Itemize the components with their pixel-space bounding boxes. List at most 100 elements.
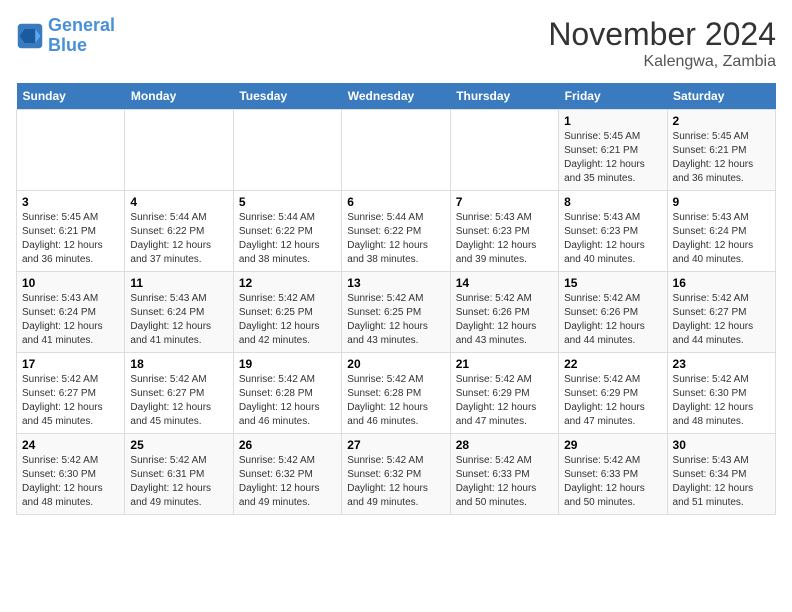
day-info: Sunrise: 5:42 AM Sunset: 6:28 PM Dayligh…	[239, 373, 336, 429]
calendar-cell: 27 Sunrise: 5:42 AM Sunset: 6:32 PM Dayli…	[342, 434, 450, 515]
calendar-cell: 28 Sunrise: 5:42 AM Sunset: 6:33 PM Dayli…	[450, 434, 558, 515]
calendar-cell: 25 Sunrise: 5:42 AM Sunset: 6:31 PM Dayli…	[125, 434, 233, 515]
day-number: 10	[22, 276, 119, 290]
calendar-cell: 29 Sunrise: 5:42 AM Sunset: 6:33 PM Dayli…	[559, 434, 667, 515]
day-number: 28	[456, 438, 553, 452]
header-cell-wednesday: Wednesday	[342, 83, 450, 110]
day-number: 3	[22, 195, 119, 209]
day-info: Sunrise: 5:43 AM Sunset: 6:34 PM Dayligh…	[673, 454, 770, 510]
calendar-cell: 7 Sunrise: 5:43 AM Sunset: 6:23 PM Daylig…	[450, 191, 558, 272]
calendar-cell: 21 Sunrise: 5:42 AM Sunset: 6:29 PM Dayli…	[450, 353, 558, 434]
day-info: Sunrise: 5:45 AM Sunset: 6:21 PM Dayligh…	[22, 211, 119, 267]
title-block: November 2024 Kalengwa, Zambia	[548, 16, 776, 71]
day-info: Sunrise: 5:43 AM Sunset: 6:24 PM Dayligh…	[673, 211, 770, 267]
week-row-4: 17 Sunrise: 5:42 AM Sunset: 6:27 PM Dayli…	[17, 353, 776, 434]
calendar-cell: 30 Sunrise: 5:43 AM Sunset: 6:34 PM Dayli…	[667, 434, 775, 515]
logo: General Blue	[16, 16, 115, 56]
day-info: Sunrise: 5:42 AM Sunset: 6:33 PM Dayligh…	[456, 454, 553, 510]
day-number: 22	[564, 357, 661, 371]
calendar-cell	[233, 110, 341, 191]
day-info: Sunrise: 5:42 AM Sunset: 6:30 PM Dayligh…	[22, 454, 119, 510]
calendar-cell: 6 Sunrise: 5:44 AM Sunset: 6:22 PM Daylig…	[342, 191, 450, 272]
calendar-cell: 15 Sunrise: 5:42 AM Sunset: 6:26 PM Dayli…	[559, 272, 667, 353]
calendar-cell: 14Sunrise: 5:42 AM Sunset: 6:26 PM Dayli…	[450, 272, 558, 353]
header-cell-tuesday: Tuesday	[233, 83, 341, 110]
day-number: 17	[22, 357, 119, 371]
day-number: 21	[456, 357, 553, 371]
day-info: Sunrise: 5:42 AM Sunset: 6:29 PM Dayligh…	[456, 373, 553, 429]
calendar-cell: 2 Sunrise: 5:45 AM Sunset: 6:21 PM Daylig…	[667, 110, 775, 191]
calendar-cell: 4 Sunrise: 5:44 AM Sunset: 6:22 PM Daylig…	[125, 191, 233, 272]
calendar-cell: 1 Sunrise: 5:45 AM Sunset: 6:21 PM Daylig…	[559, 110, 667, 191]
day-number: 23	[673, 357, 770, 371]
week-row-3: 10 Sunrise: 5:43 AM Sunset: 6:24 PM Dayli…	[17, 272, 776, 353]
header-cell-friday: Friday	[559, 83, 667, 110]
day-number: 18	[130, 357, 227, 371]
day-info: Sunrise: 5:43 AM Sunset: 6:24 PM Dayligh…	[130, 292, 227, 348]
day-number: 27	[347, 438, 444, 452]
calendar-cell	[342, 110, 450, 191]
day-number: 19	[239, 357, 336, 371]
day-info: Sunrise: 5:42 AM Sunset: 6:27 PM Dayligh…	[130, 373, 227, 429]
calendar-cell: 5 Sunrise: 5:44 AM Sunset: 6:22 PM Daylig…	[233, 191, 341, 272]
day-info: Sunrise: 5:42 AM Sunset: 6:25 PM Dayligh…	[347, 292, 444, 348]
day-info: Sunrise: 5:44 AM Sunset: 6:22 PM Dayligh…	[347, 211, 444, 267]
calendar-body: 1 Sunrise: 5:45 AM Sunset: 6:21 PM Daylig…	[17, 110, 776, 515]
day-info: Sunrise: 5:45 AM Sunset: 6:21 PM Dayligh…	[673, 130, 770, 186]
calendar-cell: 3 Sunrise: 5:45 AM Sunset: 6:21 PM Daylig…	[17, 191, 125, 272]
day-info: Sunrise: 5:43 AM Sunset: 6:24 PM Dayligh…	[22, 292, 119, 348]
day-info: Sunrise: 5:42 AM Sunset: 6:32 PM Dayligh…	[347, 454, 444, 510]
day-info: Sunrise: 5:42 AM Sunset: 6:27 PM Dayligh…	[673, 292, 770, 348]
day-number: 4	[130, 195, 227, 209]
calendar-cell: 16 Sunrise: 5:42 AM Sunset: 6:27 PM Dayli…	[667, 272, 775, 353]
day-number: 16	[673, 276, 770, 290]
day-number: 30	[673, 438, 770, 452]
day-info: Sunrise: 5:42 AM Sunset: 6:28 PM Dayligh…	[347, 373, 444, 429]
calendar-cell: 22Sunrise: 5:42 AM Sunset: 6:29 PM Dayli…	[559, 353, 667, 434]
day-info: Sunrise: 5:45 AM Sunset: 6:21 PM Dayligh…	[564, 130, 661, 186]
day-number: 15	[564, 276, 661, 290]
day-number: 6	[347, 195, 444, 209]
calendar-subtitle: Kalengwa, Zambia	[548, 53, 776, 71]
logo-line1: General	[48, 15, 115, 35]
calendar-cell: 13 Sunrise: 5:42 AM Sunset: 6:25 PM Dayli…	[342, 272, 450, 353]
calendar-title: November 2024	[548, 16, 776, 53]
week-row-5: 24 Sunrise: 5:42 AM Sunset: 6:30 PM Dayli…	[17, 434, 776, 515]
week-row-2: 3 Sunrise: 5:45 AM Sunset: 6:21 PM Daylig…	[17, 191, 776, 272]
day-number: 25	[130, 438, 227, 452]
day-number: 26	[239, 438, 336, 452]
calendar-table: SundayMondayTuesdayWednesdayThursdayFrid…	[16, 83, 776, 515]
header-cell-thursday: Thursday	[450, 83, 558, 110]
day-info: Sunrise: 5:42 AM Sunset: 6:26 PM Dayligh…	[564, 292, 661, 348]
day-info: Sunrise: 5:43 AM Sunset: 6:23 PM Dayligh…	[564, 211, 661, 267]
day-info: Sunrise: 5:43 AM Sunset: 6:23 PM Dayligh…	[456, 211, 553, 267]
day-info: Sunrise: 5:42 AM Sunset: 6:26 PM Dayligh…	[456, 292, 553, 348]
day-number: 1	[564, 114, 661, 128]
day-info: Sunrise: 5:44 AM Sunset: 6:22 PM Dayligh…	[239, 211, 336, 267]
week-row-1: 1 Sunrise: 5:45 AM Sunset: 6:21 PM Daylig…	[17, 110, 776, 191]
day-number: 5	[239, 195, 336, 209]
calendar-cell: 12Sunrise: 5:42 AM Sunset: 6:25 PM Dayli…	[233, 272, 341, 353]
day-number: 13	[347, 276, 444, 290]
header-row: SundayMondayTuesdayWednesdayThursdayFrid…	[17, 83, 776, 110]
day-number: 9	[673, 195, 770, 209]
page-header: General Blue November 2024 Kalengwa, Zam…	[16, 16, 776, 71]
calendar-cell	[450, 110, 558, 191]
day-number: 24	[22, 438, 119, 452]
day-info: Sunrise: 5:42 AM Sunset: 6:31 PM Dayligh…	[130, 454, 227, 510]
header-cell-saturday: Saturday	[667, 83, 775, 110]
day-number: 7	[456, 195, 553, 209]
calendar-cell	[17, 110, 125, 191]
calendar-cell: 23Sunrise: 5:42 AM Sunset: 6:30 PM Dayli…	[667, 353, 775, 434]
day-number: 2	[673, 114, 770, 128]
calendar-cell: 18 Sunrise: 5:42 AM Sunset: 6:27 PM Dayli…	[125, 353, 233, 434]
calendar-cell: 10 Sunrise: 5:43 AM Sunset: 6:24 PM Dayli…	[17, 272, 125, 353]
calendar-cell	[125, 110, 233, 191]
day-number: 29	[564, 438, 661, 452]
day-info: Sunrise: 5:42 AM Sunset: 6:32 PM Dayligh…	[239, 454, 336, 510]
day-info: Sunrise: 5:42 AM Sunset: 6:33 PM Dayligh…	[564, 454, 661, 510]
header-cell-sunday: Sunday	[17, 83, 125, 110]
day-info: Sunrise: 5:44 AM Sunset: 6:22 PM Dayligh…	[130, 211, 227, 267]
logo-text: General Blue	[48, 16, 115, 56]
calendar-cell: 8Sunrise: 5:43 AM Sunset: 6:23 PM Daylig…	[559, 191, 667, 272]
